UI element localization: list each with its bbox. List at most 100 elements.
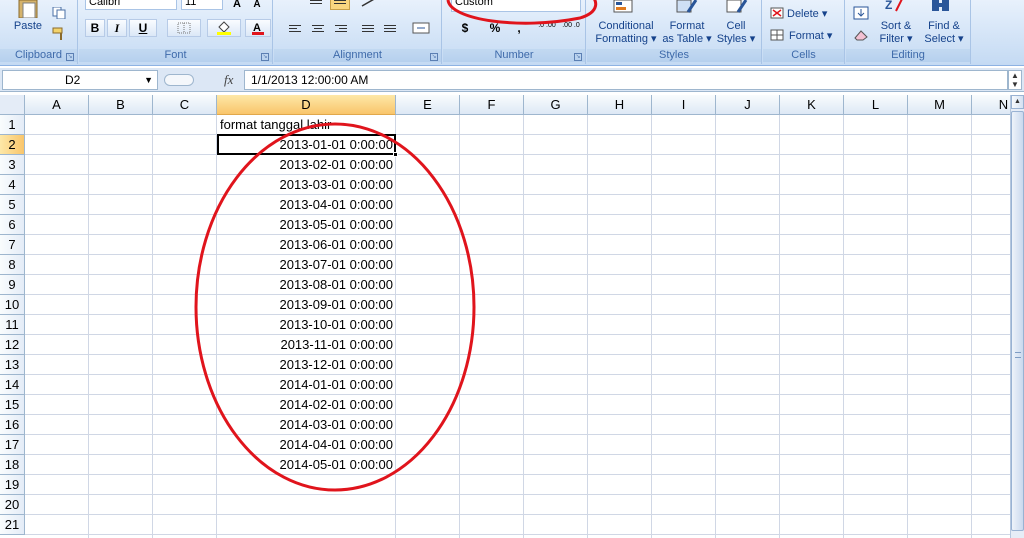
cell-D17[interactable]: 2014-04-01 0:00:00 xyxy=(217,435,396,455)
font-name-select[interactable]: Calibri xyxy=(85,0,177,10)
cell-D15[interactable]: 2014-02-01 0:00:00 xyxy=(217,395,396,415)
row-header-8[interactable]: 8 xyxy=(0,255,25,275)
align-center-icon[interactable] xyxy=(308,20,328,36)
font-launcher-icon[interactable]: ↘ xyxy=(261,53,269,61)
row-header-6[interactable]: 6 xyxy=(0,215,25,235)
align-right-icon[interactable] xyxy=(330,20,350,36)
fill-color-button[interactable] xyxy=(207,19,241,37)
cell-D8[interactable]: 2013-07-01 0:00:00 xyxy=(217,255,396,275)
paste-icon[interactable] xyxy=(14,0,42,18)
cell-D1[interactable]: format tanggal lahir xyxy=(217,115,417,135)
borders-button[interactable] xyxy=(167,19,201,37)
row-header-1[interactable]: 1 xyxy=(0,115,25,135)
cell-D7[interactable]: 2013-06-01 0:00:00 xyxy=(217,235,396,255)
row-header-18[interactable]: 18 xyxy=(0,455,25,475)
bold-button[interactable]: B xyxy=(85,19,105,37)
decrease-decimal-button[interactable]: .00 .0 xyxy=(561,22,581,30)
cell-styles-button[interactable]: Cell Styles ▾ xyxy=(715,20,757,46)
cell-D12[interactable]: 2013-11-01 0:00:00 xyxy=(217,335,396,355)
align-top-icon[interactable] xyxy=(306,0,326,10)
format-painter-icon[interactable] xyxy=(50,27,68,41)
column-header-C[interactable]: C xyxy=(153,95,217,115)
row-header-2[interactable]: 2 xyxy=(0,135,25,155)
format-button[interactable]: Format ▾ xyxy=(789,30,839,43)
orientation-icon[interactable] xyxy=(358,0,380,8)
row-header-15[interactable]: 15 xyxy=(0,395,25,415)
column-header-F[interactable]: F xyxy=(460,95,524,115)
cell-D10[interactable]: 2013-09-01 0:00:00 xyxy=(217,295,396,315)
scroll-up-icon[interactable]: ▲ xyxy=(1011,95,1024,109)
column-header-A[interactable]: A xyxy=(25,95,89,115)
column-header-I[interactable]: I xyxy=(652,95,716,115)
cell-D6[interactable]: 2013-05-01 0:00:00 xyxy=(217,215,396,235)
cell-D18[interactable]: 2014-05-01 0:00:00 xyxy=(217,455,396,475)
column-header-J[interactable]: J xyxy=(716,95,780,115)
active-cell-D2[interactable] xyxy=(217,134,398,157)
column-header-L[interactable]: L xyxy=(844,95,908,115)
row-header-14[interactable]: 14 xyxy=(0,375,25,395)
fill-down-icon[interactable] xyxy=(852,6,870,20)
delete-button[interactable]: Delete ▾ xyxy=(787,8,837,21)
shrink-font-icon[interactable]: A xyxy=(249,0,265,10)
cell-D9[interactable]: 2013-08-01 0:00:00 xyxy=(217,275,396,295)
cell-D3[interactable]: 2013-02-01 0:00:00 xyxy=(217,155,396,175)
find-select-button[interactable]: Find & Select ▾ xyxy=(922,20,966,46)
expand-formula-bar-icon[interactable]: ▲ ▼ xyxy=(1008,70,1022,90)
row-header-20[interactable]: 20 xyxy=(0,495,25,515)
column-header-M[interactable]: M xyxy=(908,95,972,115)
align-left-icon[interactable] xyxy=(286,20,306,36)
column-header-E[interactable]: E xyxy=(396,95,460,115)
cell-D11[interactable]: 2013-10-01 0:00:00 xyxy=(217,315,396,335)
column-header-K[interactable]: K xyxy=(780,95,844,115)
select-all-button[interactable] xyxy=(0,95,25,115)
chevron-down-icon[interactable]: ▼ xyxy=(144,71,153,89)
cell-D5[interactable]: 2013-04-01 0:00:00 xyxy=(217,195,396,215)
row-header-10[interactable]: 10 xyxy=(0,295,25,315)
percent-button[interactable]: % xyxy=(487,22,503,35)
formula-input[interactable]: 1/1/2013 12:00:00 AM xyxy=(244,70,1008,90)
fill-handle[interactable] xyxy=(393,152,398,157)
column-header-D[interactable]: D xyxy=(217,95,396,115)
name-box[interactable]: D2 ▼ xyxy=(2,70,158,90)
increase-decimal-button[interactable]: .0 .00 xyxy=(537,22,557,30)
number-format-select[interactable]: Custom xyxy=(451,0,581,12)
cell-D14[interactable]: 2014-01-01 0:00:00 xyxy=(217,375,396,395)
row-header-7[interactable]: 7 xyxy=(0,235,25,255)
insert-function-icon[interactable]: fx xyxy=(224,70,233,90)
comma-button[interactable]: , xyxy=(513,22,525,35)
cell-D4[interactable]: 2013-03-01 0:00:00 xyxy=(217,175,396,195)
column-header-N[interactable]: N xyxy=(972,95,1010,115)
row-header-5[interactable]: 5 xyxy=(0,195,25,215)
row-header-12[interactable]: 12 xyxy=(0,335,25,355)
number-launcher-icon[interactable]: ↘ xyxy=(574,53,582,61)
row-header-9[interactable]: 9 xyxy=(0,275,25,295)
grow-font-icon[interactable]: A xyxy=(229,0,245,10)
italic-button[interactable]: I xyxy=(107,19,127,37)
row-header-11[interactable]: 11 xyxy=(0,315,25,335)
currency-button[interactable]: $ xyxy=(457,22,473,35)
row-header-21[interactable]: 21 xyxy=(0,515,25,535)
vertical-scrollbar[interactable]: ▲ xyxy=(1010,95,1024,538)
row-header-16[interactable]: 16 xyxy=(0,415,25,435)
font-size-select[interactable]: 11 xyxy=(181,0,223,10)
increase-indent-icon[interactable] xyxy=(380,20,400,36)
column-header-G[interactable]: G xyxy=(524,95,588,115)
name-box-resize-handle[interactable] xyxy=(164,74,194,86)
clipboard-launcher-icon[interactable]: ↘ xyxy=(66,53,74,61)
align-middle-icon[interactable] xyxy=(330,0,350,10)
sort-filter-button[interactable]: Sort & Filter ▾ xyxy=(878,20,914,46)
merge-center-icon[interactable] xyxy=(410,20,432,36)
format-as-table-button[interactable]: Format as Table ▾ xyxy=(661,20,713,46)
font-color-button[interactable]: A xyxy=(245,19,271,37)
row-header-4[interactable]: 4 xyxy=(0,175,25,195)
alignment-launcher-icon[interactable]: ↘ xyxy=(430,53,438,61)
decrease-indent-icon[interactable] xyxy=(358,20,378,36)
paste-button[interactable]: Paste xyxy=(8,20,48,33)
cell-D16[interactable]: 2014-03-01 0:00:00 xyxy=(217,415,396,435)
column-header-B[interactable]: B xyxy=(89,95,153,115)
cell-D13[interactable]: 2013-12-01 0:00:00 xyxy=(217,355,396,375)
row-header-13[interactable]: 13 xyxy=(0,355,25,375)
scrollbar-thumb[interactable] xyxy=(1011,111,1024,531)
clear-icon[interactable] xyxy=(852,28,870,42)
row-header-19[interactable]: 19 xyxy=(0,475,25,495)
